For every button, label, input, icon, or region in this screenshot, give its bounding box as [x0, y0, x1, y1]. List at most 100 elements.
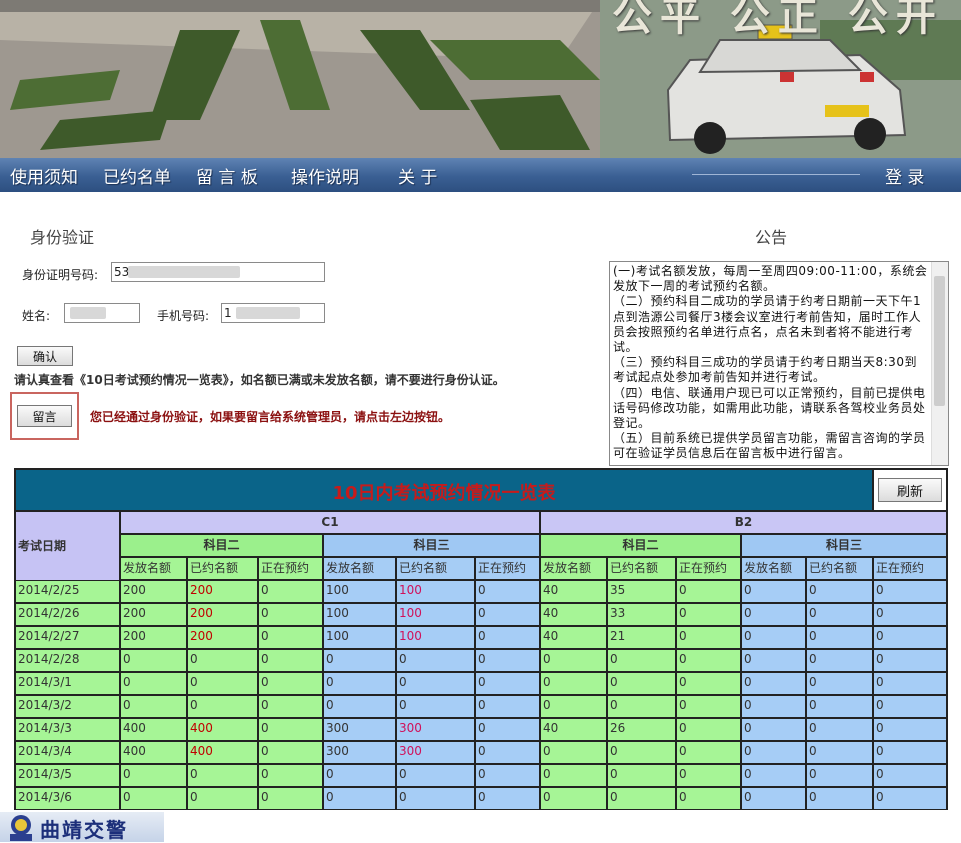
- table-cell: 0: [677, 581, 740, 602]
- table-cell: 100: [397, 581, 474, 602]
- table-cell: 0: [874, 650, 946, 671]
- table-cell: 40: [541, 627, 606, 648]
- table-cell: 400: [188, 742, 257, 763]
- table-cell: 0: [742, 581, 805, 602]
- announcement-box[interactable]: (一)考试名额发放，每周一至周四09:00-11:00，系统会发放下一周的考试预…: [609, 261, 949, 466]
- table-cell: 0: [874, 719, 946, 740]
- table-cell: 0: [324, 650, 395, 671]
- table-cell: 0: [476, 719, 539, 740]
- column-header: 发放名额: [742, 558, 805, 579]
- table-cell: 0: [541, 788, 606, 809]
- table-cell: 200: [188, 581, 257, 602]
- refresh-button[interactable]: 刷新: [878, 478, 942, 502]
- table-cell: 0: [476, 581, 539, 602]
- table-cell: 0: [742, 719, 805, 740]
- table-cell: 0: [476, 604, 539, 625]
- table-cell: 0: [608, 765, 675, 786]
- table-cell: 0: [259, 719, 322, 740]
- banner-title: 公平 公正 公开: [612, 0, 944, 40]
- table-cell: 0: [397, 673, 474, 694]
- table-cell: 0: [397, 765, 474, 786]
- table-cell: 0: [397, 696, 474, 717]
- table-cell: 0: [476, 627, 539, 648]
- table-cell: 0: [677, 673, 740, 694]
- phone-label: 手机号码:: [157, 309, 210, 323]
- confirm-button[interactable]: 确认: [17, 346, 73, 366]
- date-cell: 2014/3/1: [16, 673, 119, 694]
- table-cell: 33: [608, 604, 675, 625]
- table-cell: 0: [807, 696, 872, 717]
- table-cell: 0: [188, 650, 257, 671]
- table-cell: 0: [324, 765, 395, 786]
- table-cell: 0: [742, 673, 805, 694]
- table-cell: 0: [742, 650, 805, 671]
- table-cell: 300: [324, 742, 395, 763]
- table-cell: 40: [541, 604, 606, 625]
- table-cell: 0: [259, 650, 322, 671]
- table-cell: 0: [807, 742, 872, 763]
- table-cell: 0: [874, 581, 946, 602]
- nav-item-guide[interactable]: 使用须知: [10, 163, 78, 188]
- footer-logo[interactable]: 曲靖交警: [0, 812, 164, 842]
- notice-text: 请认真查看《10日考试预约情况一览表》，如名额已满或未发放名额，请不要进行身份认…: [14, 373, 505, 387]
- announcement-scrollbar[interactable]: [931, 262, 948, 465]
- table-cell: 0: [874, 742, 946, 763]
- table-cell: 0: [742, 627, 805, 648]
- table-cell: 200: [121, 604, 186, 625]
- nav-item-booked-list[interactable]: 已约名单: [103, 163, 171, 188]
- column-header: 已约名额: [608, 558, 675, 579]
- date-cell: 2014/3/5: [16, 765, 119, 786]
- column-header: 发放名额: [121, 558, 186, 579]
- date-cell: 2014/2/28: [16, 650, 119, 671]
- id-number-redaction: [128, 266, 240, 278]
- table-cell: 100: [324, 604, 395, 625]
- subject-header: 科目二: [541, 535, 740, 556]
- table-cell: 0: [807, 581, 872, 602]
- message-hint: 您已经通过身份验证，如果要留言给系统管理员，请点击左边按钮。: [90, 410, 451, 424]
- table-cell: 0: [121, 765, 186, 786]
- table-cell: 0: [541, 673, 606, 694]
- nav-item-message-board[interactable]: 留 言 板: [196, 163, 258, 188]
- subject-header: 科目二: [121, 535, 322, 556]
- table-cell: 0: [807, 788, 872, 809]
- announcement-title: 公告: [755, 228, 788, 247]
- table-cell: 0: [742, 788, 805, 809]
- date-cell: 2014/3/4: [16, 742, 119, 763]
- table-cell: 0: [742, 765, 805, 786]
- table-cell: 0: [121, 650, 186, 671]
- table-cell: 100: [324, 627, 395, 648]
- banner-image: 公平 公正 公开: [0, 0, 961, 158]
- column-header: 正在预约: [874, 558, 946, 579]
- column-header: 发放名额: [541, 558, 606, 579]
- table-cell: 26: [608, 719, 675, 740]
- table-cell: 0: [874, 765, 946, 786]
- police-badge-icon: [10, 815, 32, 841]
- date-cell: 2014/2/25: [16, 581, 119, 602]
- subject-header: 科目三: [324, 535, 539, 556]
- table-cell: 200: [188, 604, 257, 625]
- table-cell: 400: [121, 742, 186, 763]
- date-cell: 2014/3/6: [16, 788, 119, 809]
- nav-item-instructions[interactable]: 操作说明: [291, 163, 359, 188]
- identity-title: 身份验证: [30, 228, 95, 247]
- scrollbar-thumb[interactable]: [934, 276, 945, 406]
- table-cell: 0: [476, 742, 539, 763]
- table-cell: 0: [188, 765, 257, 786]
- table-cell: 0: [121, 696, 186, 717]
- date-cell: 2014/3/3: [16, 719, 119, 740]
- table-cell: 0: [259, 696, 322, 717]
- message-button[interactable]: 留言: [17, 405, 72, 427]
- table-cell: 0: [807, 627, 872, 648]
- table-cell: 400: [188, 719, 257, 740]
- table-cell: 0: [476, 673, 539, 694]
- nav-item-about[interactable]: 关 于: [398, 163, 437, 188]
- table-cell: 0: [121, 788, 186, 809]
- table-cell: 300: [397, 719, 474, 740]
- table-cell: 0: [259, 627, 322, 648]
- login-link[interactable]: 登 录: [885, 163, 924, 188]
- table-cell: 0: [807, 650, 872, 671]
- table-cell: 0: [874, 696, 946, 717]
- table-cell: 100: [397, 604, 474, 625]
- column-header: 已约名额: [807, 558, 872, 579]
- table-cell: 0: [397, 788, 474, 809]
